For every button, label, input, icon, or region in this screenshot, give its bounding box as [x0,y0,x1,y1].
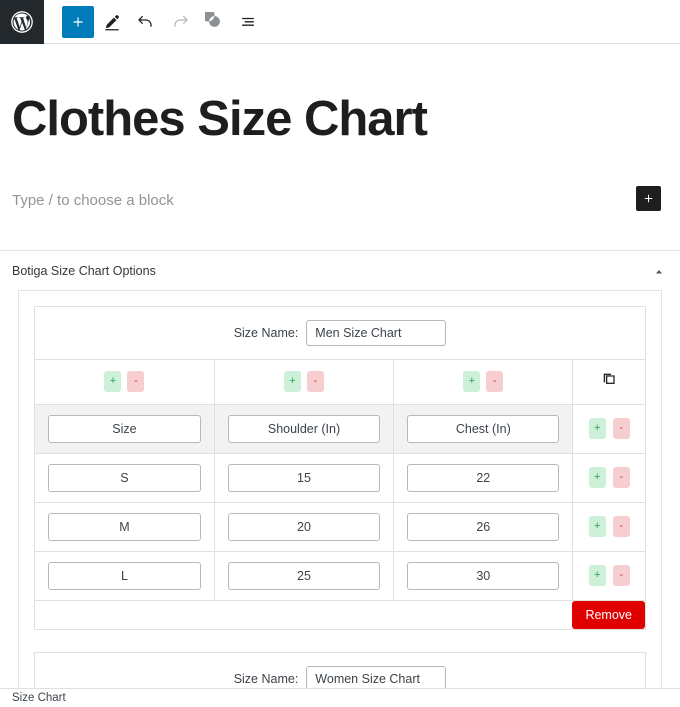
size-name-label: Size Name: [233,671,299,686]
data-cell-input[interactable] [227,463,381,492]
undo-button[interactable] [130,6,162,38]
edit-tool-button[interactable] [96,6,128,38]
editor-toolbar [0,0,680,44]
plus-icon [69,13,87,31]
data-cell [35,502,215,552]
pencil-icon [102,12,122,32]
table-row: + - [35,502,645,552]
remove-chart-button[interactable]: Remove [572,600,645,629]
block-prompt-text[interactable]: Type / to choose a block [12,192,174,209]
data-cell [393,502,574,552]
empty-block-row: Type / to choose a block [0,180,680,220]
add-row-button[interactable]: + [588,467,606,488]
add-column-button[interactable]: + [283,371,301,393]
redo-icon [170,12,190,32]
editor-canvas: Clothes Size Chart Type / to choose a bl… [0,44,680,689]
breadcrumb-item-size-chart[interactable]: Size Chart [12,692,66,704]
remove-row-button[interactable]: - [612,565,630,586]
size-name-row: Size Name: [35,653,645,689]
data-cell-input[interactable] [48,561,201,590]
row-actions-cell: + - [572,551,645,601]
data-cell [214,453,395,503]
size-name-input[interactable] [306,320,447,346]
metabox-title: Botiga Size Chart Options [12,264,156,278]
data-cell [214,502,395,552]
table-header-row: + - [35,404,645,454]
chart-footer-row: Remove [35,600,645,629]
add-block-button[interactable] [62,5,94,38]
add-column-button[interactable]: + [463,371,481,393]
metabox-header[interactable]: Botiga Size Chart Options [0,251,680,290]
data-cell [35,453,215,503]
remove-row-button[interactable]: - [612,467,630,488]
remove-column-button[interactable]: - [486,371,504,393]
undo-icon [136,12,156,32]
size-name-row: Size Name: [35,307,645,360]
copy-icon[interactable] [601,371,617,387]
data-cell [214,551,395,601]
data-cell-input[interactable] [227,512,381,541]
column-control-cell: + - [214,360,395,405]
block-inserter-button[interactable] [636,186,661,211]
data-cell [393,453,574,503]
duplicate-chart-cell [572,360,645,405]
redo-button[interactable] [164,6,196,38]
size-chart-options-body: Size Name: + [18,290,662,689]
details-button[interactable] [198,6,230,38]
size-chart-table: + - + - + - Size Shoulder (In) Chest (In… [35,360,645,629]
data-cell-input[interactable] [48,463,201,492]
editor-page: Clothes Size Chart Type / to choose a bl… [0,0,680,707]
header-cell [214,404,395,454]
list-view-button[interactable] [232,6,264,38]
toolbar-buttons [44,0,264,43]
data-cell [393,551,574,601]
table-row: + - [35,453,645,503]
data-cell-input[interactable] [227,561,381,590]
size-name-input[interactable] [306,665,447,689]
plus-icon [641,191,656,206]
header-cell-input[interactable] [48,414,201,443]
row-actions-cell: + - [572,502,645,552]
add-column-button[interactable]: + [104,371,122,393]
row-actions-cell: + - [572,453,645,503]
chart-footer-cell: Remove [35,600,645,629]
column-control-cell: + - [393,360,574,405]
add-row-button[interactable]: + [588,418,606,439]
info-icon [204,12,224,31]
list-view-icon [238,12,258,32]
size-name-label: Size Name: [233,326,299,340]
metabox-collapse-toggle[interactable] [648,261,670,283]
data-cell-input[interactable] [407,463,560,492]
column-controls-row: + - + - + - [35,360,645,405]
data-cell-input[interactable] [48,512,201,541]
size-chart-block: Size Name: + [34,306,646,630]
chevron-up-icon [653,266,665,278]
add-row-button[interactable]: + [588,565,606,586]
wordpress-logo-icon[interactable] [0,0,44,44]
remove-column-button[interactable]: - [127,371,145,393]
data-cell-input[interactable] [407,561,560,590]
page-title[interactable]: Clothes Size Chart [0,77,680,147]
row-actions-cell: + - [572,404,645,454]
block-breadcrumb: Size Chart [0,688,680,707]
data-cell-input[interactable] [407,512,560,541]
header-cell-input[interactable] [227,414,381,443]
metabox-panel: Botiga Size Chart Options Size Name: Men… [0,250,680,689]
size-chart-block: Size Name: + - [34,651,646,689]
table-row: + - [35,551,645,601]
add-row-button[interactable]: + [588,516,606,537]
remove-row-button[interactable]: - [612,418,630,439]
header-cell-input[interactable] [407,414,560,443]
header-cell [35,404,215,454]
data-cell [35,551,215,601]
column-control-cell: + - [35,360,215,405]
header-cell [393,404,574,454]
remove-column-button[interactable]: - [306,371,324,393]
remove-row-button[interactable]: - [612,516,630,537]
